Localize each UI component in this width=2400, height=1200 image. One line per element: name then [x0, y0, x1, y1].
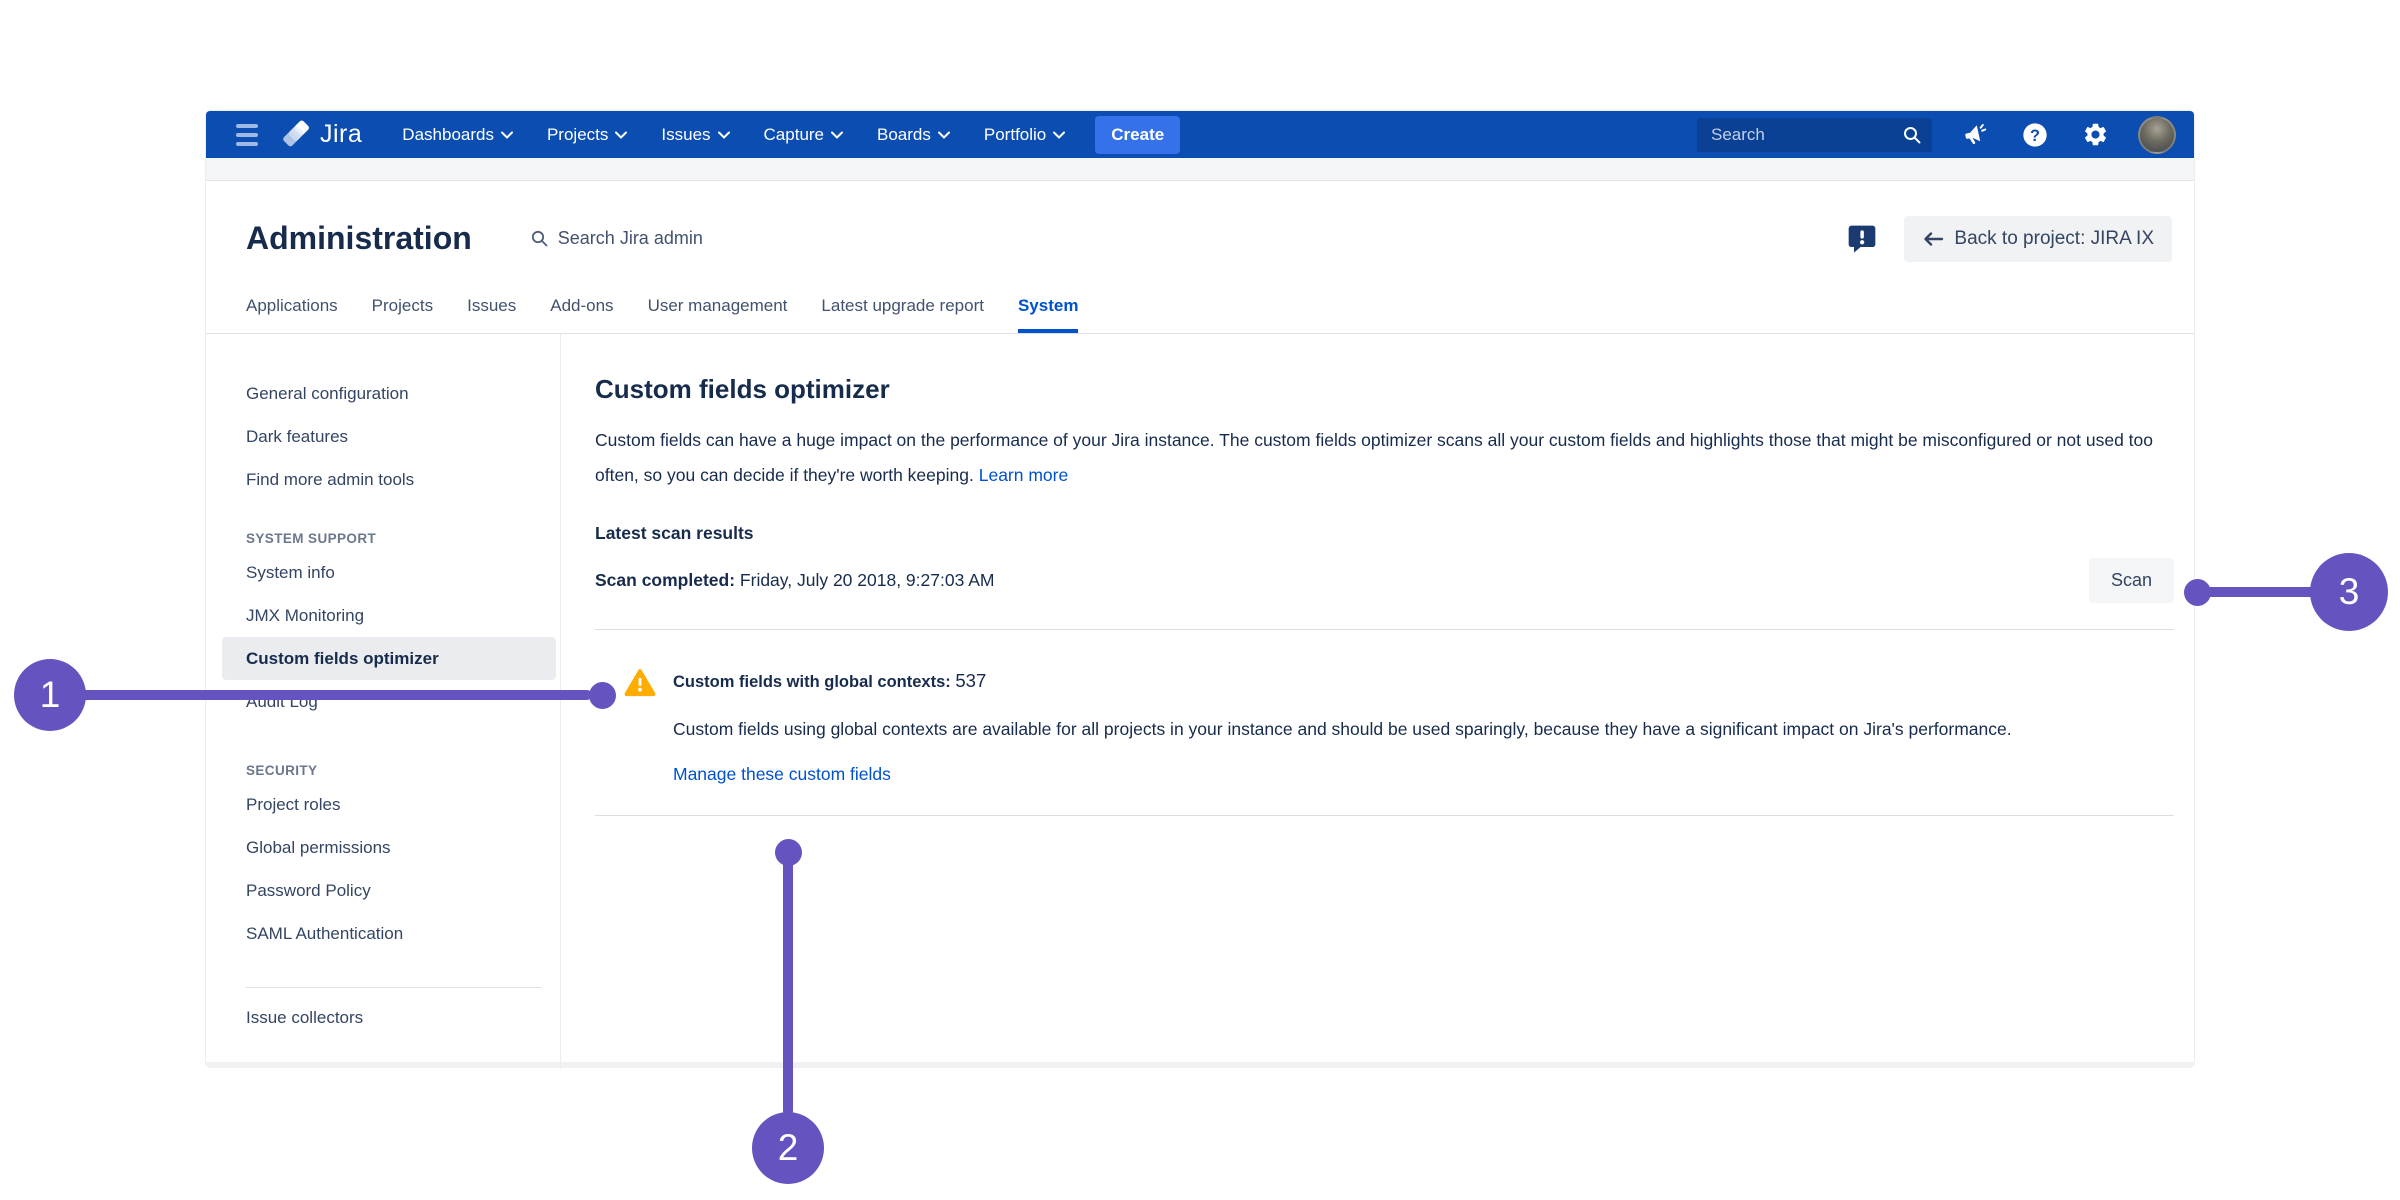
nav-dashboards[interactable]: Dashboards — [390, 117, 525, 153]
nav-issues-label: Issues — [661, 125, 710, 145]
search-icon — [1902, 125, 1922, 145]
page: Jira Dashboards Projects Issues Capture … — [0, 0, 2400, 1200]
sidebar-item-global-permissions[interactable]: Global permissions — [206, 826, 560, 869]
admin-body: General configuration Dark features Find… — [206, 334, 2194, 1069]
sidebar-item-issue-collectors[interactable]: Issue collectors — [206, 996, 560, 1039]
announcements-megaphone-icon[interactable] — [1958, 118, 1992, 152]
header-divider-strip — [206, 158, 2194, 181]
sidebar-item-system-info[interactable]: System info — [206, 551, 560, 594]
nav-portfolio[interactable]: Portfolio — [972, 117, 1077, 153]
nav-portfolio-label: Portfolio — [984, 125, 1046, 145]
tab-projects[interactable]: Projects — [372, 296, 433, 333]
sidebar-item-audit-log[interactable]: Audit Log — [206, 680, 560, 723]
tab-add-ons[interactable]: Add-ons — [550, 296, 613, 333]
admin-search[interactable] — [530, 228, 798, 249]
admin-search-input[interactable] — [558, 228, 798, 249]
sidebar-item-general-configuration[interactable]: General configuration — [206, 372, 560, 415]
global-search-input[interactable] — [1697, 125, 1932, 145]
tab-applications[interactable]: Applications — [246, 296, 338, 333]
nav-issues[interactable]: Issues — [649, 117, 741, 153]
sidebar-item-saml-authentication[interactable]: SAML Authentication — [206, 912, 560, 955]
nav-dashboards-label: Dashboards — [402, 125, 494, 145]
chevron-down-icon — [938, 131, 950, 139]
content-description: Custom fields can have a huge impact on … — [595, 423, 2174, 493]
main-content: Custom fields optimizer Custom fields ca… — [561, 334, 2194, 1069]
finding-title: Custom fields with global contexts: 537 — [673, 670, 2012, 692]
finding-title-label: Custom fields with global contexts: — [673, 673, 951, 691]
callout-1-circle: 1 — [14, 659, 86, 731]
tab-latest-upgrade-report[interactable]: Latest upgrade report — [821, 296, 984, 333]
sidebar-item-find-more-admin-tools[interactable]: Find more admin tools — [206, 458, 560, 501]
callout-2-line — [783, 856, 793, 1116]
finding-description: Custom fields using global contexts are … — [673, 714, 2012, 744]
user-avatar[interactable] — [2138, 116, 2176, 154]
warning-icon — [624, 668, 656, 785]
callout-3-circle: 3 — [2310, 553, 2388, 631]
nav-projects[interactable]: Projects — [535, 117, 639, 153]
chevron-down-icon — [1053, 131, 1065, 139]
sidebar-item-password-policy[interactable]: Password Policy — [206, 869, 560, 912]
scan-completed-value: Friday, July 20 2018, 9:27:03 AM — [740, 570, 995, 590]
finding-body: Custom fields with global contexts: 537 … — [673, 670, 2012, 785]
callout-1-line — [80, 690, 592, 700]
create-button[interactable]: Create — [1095, 116, 1180, 154]
nav-capture-label: Capture — [764, 125, 824, 145]
feedback-icon[interactable] — [1846, 223, 1878, 255]
jira-logo[interactable]: Jira — [282, 120, 362, 150]
sidebar-item-project-roles[interactable]: Project roles — [206, 783, 560, 826]
global-search[interactable] — [1697, 118, 1932, 152]
manage-custom-fields-link[interactable]: Manage these custom fields — [673, 764, 891, 785]
scan-results-divider-bottom — [595, 815, 2174, 816]
search-icon — [530, 229, 550, 249]
sidebar-item-dark-features[interactable]: Dark features — [206, 415, 560, 458]
svg-text:?: ? — [2030, 126, 2040, 144]
jira-logo-word: Jira — [320, 120, 362, 149]
help-icon[interactable]: ? — [2018, 118, 2052, 152]
tab-system[interactable]: System — [1018, 296, 1078, 333]
latest-scan-results-heading: Latest scan results — [595, 523, 2174, 544]
scan-button[interactable]: Scan — [2089, 558, 2174, 603]
admin-header: Administration — [206, 181, 2194, 296]
content-title: Custom fields optimizer — [595, 374, 2174, 405]
nav-boards[interactable]: Boards — [865, 117, 962, 153]
settings-gear-icon[interactable] — [2078, 118, 2112, 152]
nav-capture[interactable]: Capture — [752, 117, 855, 153]
page-title: Administration — [246, 220, 472, 257]
scan-completed-text: Scan completed: Friday, July 20 2018, 9:… — [595, 570, 994, 591]
nav-projects-label: Projects — [547, 125, 608, 145]
nav-boards-label: Boards — [877, 125, 931, 145]
chevron-down-icon — [615, 131, 627, 139]
chevron-down-icon — [501, 131, 513, 139]
finding-global-contexts: Custom fields with global contexts: 537 … — [595, 670, 2174, 785]
scan-status-row: Scan completed: Friday, July 20 2018, 9:… — [595, 558, 2174, 603]
chevron-down-icon — [718, 131, 730, 139]
callout-2-circle: 2 — [752, 1112, 824, 1184]
sidebar-heading-system-support: SYSTEM SUPPORT — [206, 525, 560, 551]
callout-1-dot — [589, 682, 616, 709]
sidebar-item-custom-fields-optimizer[interactable]: Custom fields optimizer — [222, 637, 556, 680]
tab-user-management[interactable]: User management — [648, 296, 788, 333]
admin-tabs: Applications Projects Issues Add-ons Use… — [206, 296, 2194, 334]
scan-results-divider-top — [595, 629, 2174, 630]
back-to-project-button[interactable]: Back to project: JIRA IX — [1904, 216, 2172, 262]
top-navigation-bar: Jira Dashboards Projects Issues Capture … — [206, 111, 2194, 158]
callout-3-line — [2205, 587, 2317, 597]
nav-right-cluster: ? — [1697, 116, 2176, 154]
scan-completed-label: Scan completed: — [595, 570, 735, 590]
jira-logo-icon — [282, 120, 312, 150]
sidebar-divider — [246, 987, 542, 988]
tab-issues[interactable]: Issues — [467, 296, 516, 333]
content-description-text: Custom fields can have a huge impact on … — [595, 430, 2153, 485]
app-switcher-menu-icon[interactable] — [230, 118, 264, 152]
back-to-project-label: Back to project: JIRA IX — [1954, 228, 2154, 250]
finding-count: 537 — [955, 670, 986, 691]
jira-admin-window: Jira Dashboards Projects Issues Capture … — [205, 110, 2195, 1068]
learn-more-link[interactable]: Learn more — [979, 465, 1069, 485]
chevron-down-icon — [831, 131, 843, 139]
admin-sidebar: General configuration Dark features Find… — [206, 334, 561, 1069]
back-arrow-icon — [1922, 231, 1944, 247]
sidebar-item-jmx-monitoring[interactable]: JMX Monitoring — [206, 594, 560, 637]
admin-header-right: Back to project: JIRA IX — [1846, 216, 2172, 262]
sidebar-heading-security: SECURITY — [206, 757, 560, 783]
